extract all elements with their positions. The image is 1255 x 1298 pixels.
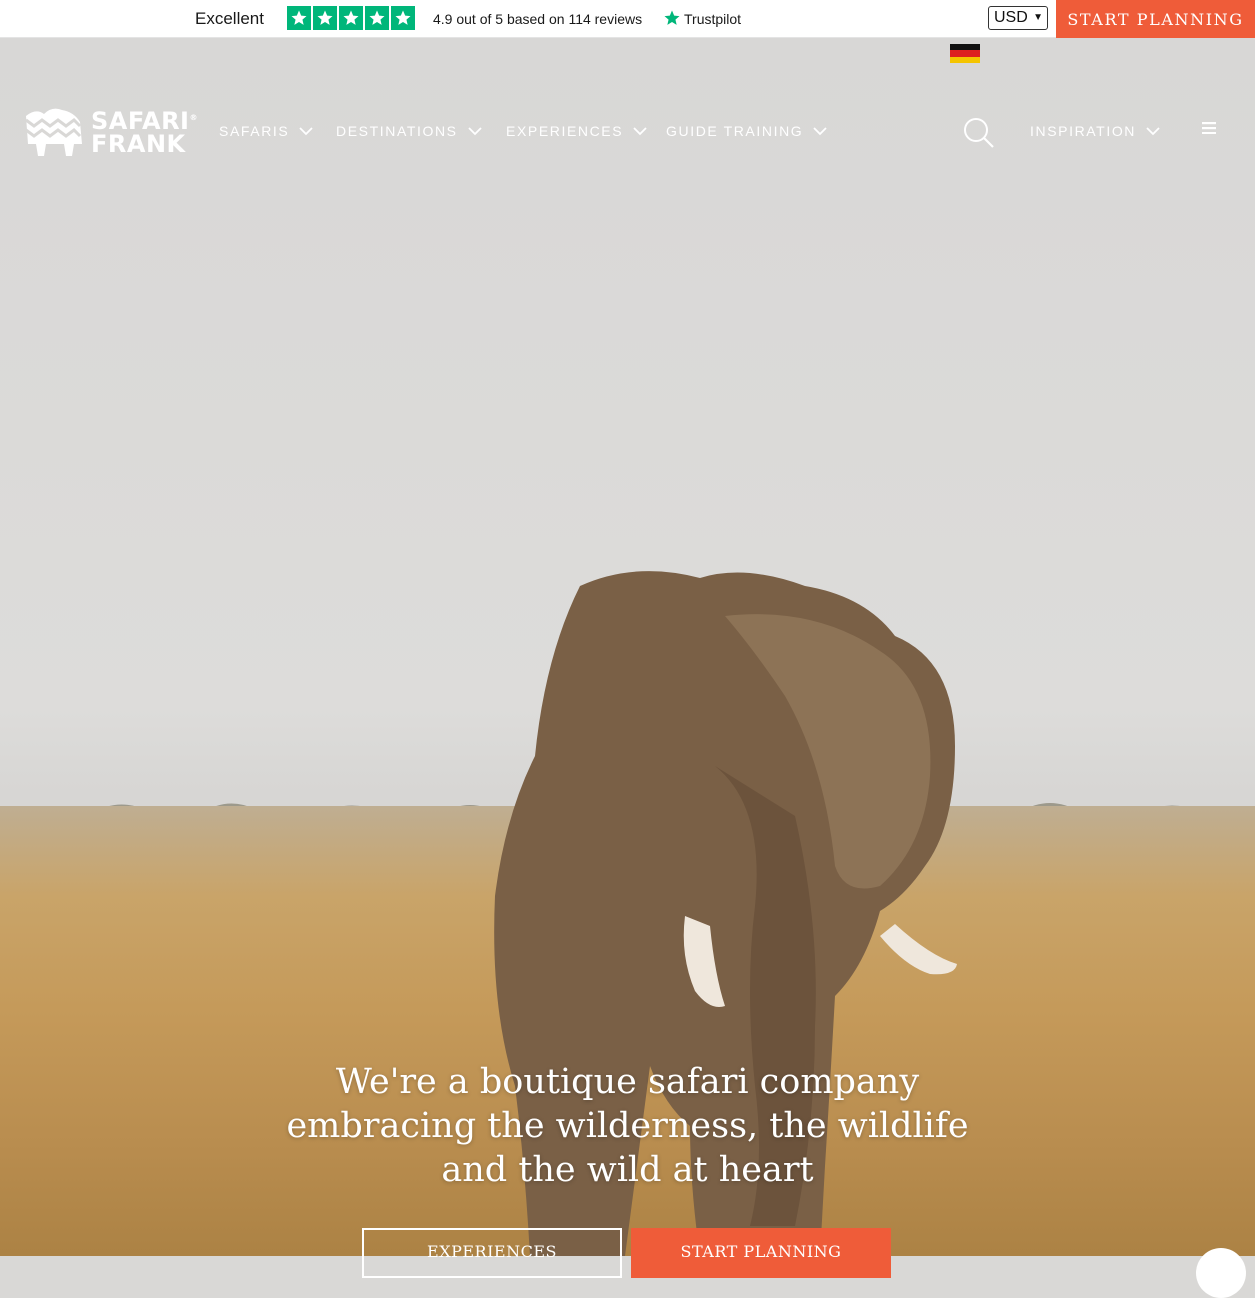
trustpilot-bar: Excellent 4.9 out of 5 based on 114 revi… xyxy=(0,0,1255,38)
nav-guide-training[interactable]: GUIDE TRAINING xyxy=(666,123,827,139)
currency-value: USD xyxy=(994,9,1028,26)
elephant-logo-icon xyxy=(25,108,82,156)
trustpilot-score[interactable]: 4.9 out of 5 based on 114 reviews xyxy=(433,11,642,27)
nav-inspiration[interactable]: INSPIRATION xyxy=(1030,123,1160,139)
nav-label: EXPERIENCES xyxy=(506,123,624,139)
chevron-down-icon xyxy=(467,126,482,135)
search-icon[interactable] xyxy=(963,117,995,149)
experiences-button[interactable]: EXPERIENCES xyxy=(362,1228,622,1278)
germany-flag-icon[interactable] xyxy=(950,44,980,63)
nav-destinations[interactable]: DESTINATIONS xyxy=(336,123,482,139)
chevron-down-icon xyxy=(1146,126,1160,135)
nav-safaris[interactable]: SAFARIS xyxy=(219,123,313,139)
nav-label: GUIDE TRAINING xyxy=(666,123,804,139)
menu-icon[interactable] xyxy=(1202,122,1216,134)
star-icon xyxy=(313,6,337,30)
safari-frank-logo[interactable]: SAFARI® FRANK xyxy=(22,104,198,158)
logo-registered-mark: ® xyxy=(189,113,198,122)
trustpilot-star-icon xyxy=(664,10,680,25)
nav-experiences[interactable]: EXPERIENCES xyxy=(506,123,647,139)
chevron-down-icon xyxy=(299,126,313,135)
nav-label: DESTINATIONS xyxy=(336,123,458,139)
chevron-down-icon: ▼ xyxy=(1033,12,1043,23)
trustpilot-brand: Trustpilot xyxy=(684,11,742,27)
start-planning-hero-button[interactable]: START PLANNING xyxy=(631,1228,891,1278)
logo-line2: FRANK xyxy=(91,130,186,158)
nav-label: INSPIRATION xyxy=(1030,123,1137,139)
trustpilot-stars[interactable] xyxy=(287,6,415,30)
nav-label: SAFARIS xyxy=(219,123,290,139)
currency-select[interactable]: USD ▼ xyxy=(988,6,1048,30)
chevron-down-icon xyxy=(633,126,647,135)
chevron-down-icon xyxy=(813,126,827,135)
star-icon xyxy=(365,6,389,30)
trustpilot-logo[interactable]: Trustpilot xyxy=(663,8,741,27)
star-icon xyxy=(391,6,415,30)
star-icon xyxy=(287,6,311,30)
start-planning-button[interactable]: START PLANNING xyxy=(1056,0,1255,38)
trustpilot-rating-word: Excellent xyxy=(195,9,264,28)
hero-headline: We're a boutique safari company embracin… xyxy=(286,1062,969,1190)
star-icon xyxy=(339,6,363,30)
